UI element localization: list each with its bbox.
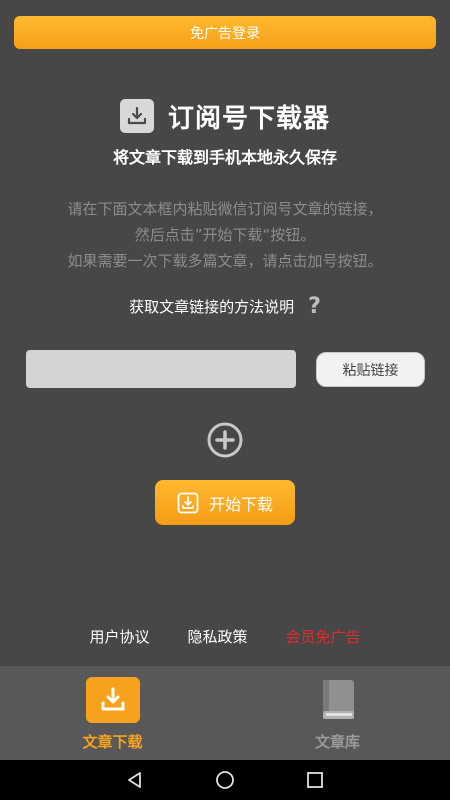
footer-links: 用户协议 隐私政策 会员免广告 [0, 626, 450, 650]
system-navigation-bar [0, 760, 450, 800]
app-header: 订阅号下载器 [0, 96, 450, 136]
question-mark-icon[interactable]: ? [308, 294, 321, 319]
add-link-button[interactable] [207, 422, 243, 458]
back-icon[interactable] [123, 768, 147, 792]
tab-article-download-label: 文章下载 [82, 733, 143, 751]
paste-link-button[interactable]: 粘贴链接 [316, 352, 425, 387]
instruction-line-2: 然后点击”开始下载“按钮。 [134, 226, 316, 244]
home-icon[interactable] [213, 768, 237, 792]
start-download-label: 开始下载 [208, 494, 273, 514]
tab-article-library[interactable]: 文章库 [225, 666, 450, 760]
link-help-label[interactable]: 获取文章链接的方法说明 [129, 296, 294, 317]
tab-article-library-label: 文章库 [314, 733, 360, 751]
link-help-row[interactable]: 获取文章链接的方法说明 ? [0, 292, 450, 320]
paste-link-label: 粘贴链接 [342, 362, 399, 379]
instructions: 请在下面文本框内粘贴微信订阅号文章的链接， 然后点击”开始下载“按钮。 如果需要… [10, 196, 440, 274]
user-agreement-link[interactable]: 用户协议 [89, 626, 149, 650]
book-icon [311, 677, 365, 723]
app-title: 订阅号下载器 [167, 103, 330, 134]
download-icon [119, 99, 154, 133]
article-link-input[interactable] [26, 350, 296, 388]
ad-free-login-banner[interactable]: 免广告登录 [14, 16, 436, 49]
instruction-line-1: 请在下面文本框内粘贴微信订阅号文章的链接， [67, 200, 383, 218]
bottom-tab-bar: 文章下载 文章库 [0, 666, 450, 760]
ad-free-login-label: 免广告登录 [190, 25, 260, 42]
recent-apps-icon[interactable] [303, 768, 327, 792]
download-icon [85, 677, 140, 723]
privacy-policy-link[interactable]: 隐私政策 [187, 626, 247, 650]
instruction-line-3: 如果需要一次下载多篇文章，请点击加号按钮。 [67, 252, 383, 270]
vip-no-ads-link[interactable]: 会员免广告 [286, 626, 361, 650]
tab-article-download[interactable]: 文章下载 [0, 666, 225, 760]
plus-circle-icon [207, 422, 243, 458]
app-subtitle: 将文章下载到手机本地永久保存 [112, 148, 337, 167]
download-icon [177, 492, 199, 513]
start-download-button[interactable]: 开始下载 [155, 480, 295, 525]
